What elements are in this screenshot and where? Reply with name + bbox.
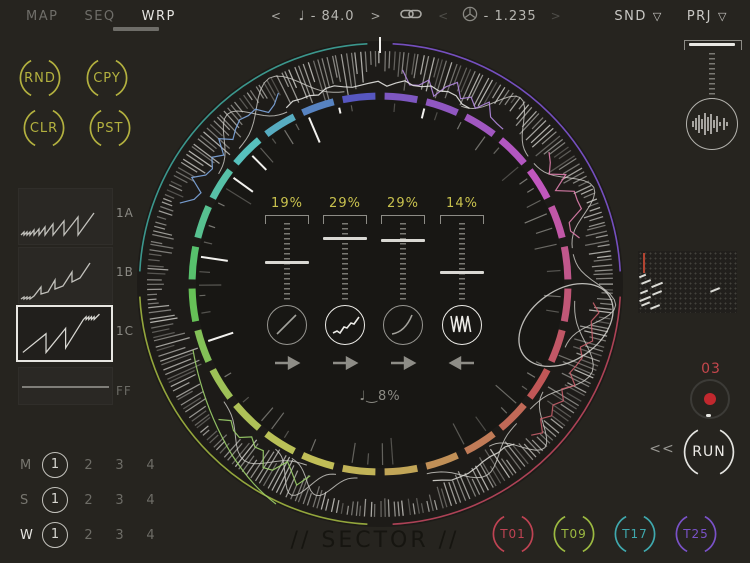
chevron-down-icon: ▽ <box>652 9 663 23</box>
track-button-t17[interactable]: T17 <box>614 513 656 555</box>
record-counter: 03 <box>701 361 721 377</box>
audio-waveform-icon <box>692 113 728 135</box>
prj-menu[interactable]: PRJ ▽ <box>687 9 728 24</box>
tab-map[interactable]: MAP <box>26 9 58 24</box>
direction-arrow-1[interactable] <box>272 355 302 371</box>
waveform-ff-icon <box>22 386 109 388</box>
warp-shape-linear-button[interactable] <box>267 305 307 345</box>
direction-arrow-4[interactable] <box>447 355 477 371</box>
clr-button[interactable]: CLR <box>23 107 65 149</box>
cpy-button[interactable]: CPY <box>86 57 128 99</box>
link-icon[interactable] <box>400 8 422 24</box>
warp-slider-4-value: 14% <box>446 196 478 211</box>
m-slot-4[interactable]: 4 <box>135 458 166 473</box>
warp-slider-1-value: 19% <box>271 196 303 211</box>
matrix-row-m: M 1 2 3 4 <box>0 451 180 479</box>
waveform-monitor-button[interactable] <box>686 98 738 150</box>
wave-slot-ff-label: FF <box>116 384 132 398</box>
run-button[interactable]: RUN <box>683 426 735 478</box>
warp-shape-curve-button[interactable] <box>383 305 423 345</box>
s-slot-2[interactable]: 2 <box>73 493 104 508</box>
direction-arrow-2[interactable] <box>330 355 360 371</box>
warp-slider-2-value: 29% <box>329 196 361 211</box>
wave-slot-1a[interactable] <box>18 188 113 245</box>
track-button-t01[interactable]: T01 <box>492 513 534 555</box>
ratio-next-button[interactable]: > <box>551 9 563 23</box>
m-slot-3[interactable]: 3 <box>104 458 135 473</box>
warp-slider-1[interactable]: 19% <box>258 196 316 316</box>
tempo-prev-button[interactable]: < <box>271 9 283 23</box>
s-slot-3[interactable]: 3 <box>104 493 135 508</box>
s-slot-4[interactable]: 4 <box>135 493 166 508</box>
row-s-label: S <box>20 492 29 508</box>
slider-handle[interactable] <box>440 270 484 274</box>
wave-slot-1b-label: 1B <box>116 265 134 279</box>
track-button-t25[interactable]: T25 <box>675 513 717 555</box>
warp-slider-3[interactable]: 29% <box>374 196 432 316</box>
warp-shape-triangle-button[interactable] <box>442 305 482 345</box>
wave-slot-1c-label: 1C <box>116 324 135 338</box>
snd-menu[interactable]: SND ▽ <box>614 9 662 24</box>
ratio-prev-button[interactable]: < <box>438 9 450 23</box>
record-dot-icon <box>704 393 716 405</box>
chevron-down-icon: ▽ <box>718 9 728 23</box>
warp-shape-random-button[interactable] <box>325 305 365 345</box>
warp-slider-4[interactable]: 14% <box>433 196 491 316</box>
matrix-row-s: S 1 2 3 4 <box>0 486 180 514</box>
tab-seq[interactable]: SEQ <box>84 9 115 24</box>
row-m-label: M <box>20 457 32 473</box>
tab-wrp[interactable]: WRP <box>142 9 176 24</box>
wave-slot-ff[interactable] <box>18 367 113 405</box>
direction-arrow-3[interactable] <box>388 355 418 371</box>
record-button[interactable] <box>690 379 730 419</box>
top-bar: MAP SEQ WRP < ♩ - 84.0 > < - 1.235 > SND… <box>0 0 750 32</box>
tempo-next-button[interactable]: > <box>371 9 383 23</box>
track-button-t09[interactable]: T09 <box>553 513 595 555</box>
waveform-1c-icon <box>22 313 100 355</box>
slider-handle[interactable] <box>265 260 309 264</box>
swing-control[interactable]: ♩‿8% <box>330 389 430 404</box>
wave-slot-1c[interactable] <box>16 305 113 362</box>
m-slot-1[interactable]: 1 <box>42 452 68 478</box>
wave-slot-1a-label: 1A <box>116 206 134 220</box>
record-progress-tick <box>706 414 711 417</box>
warp-slider-2[interactable]: 29% <box>316 196 374 316</box>
slider-handle[interactable] <box>323 236 367 240</box>
ratio-value[interactable]: - 1.235 <box>484 9 537 24</box>
wave-slot-1b[interactable] <box>18 247 113 304</box>
rnd-button[interactable]: RND <box>19 57 61 99</box>
waveform-1b-icon <box>20 262 91 301</box>
pst-button[interactable]: PST <box>89 107 131 149</box>
rewind-button[interactable]: << <box>645 441 679 457</box>
waveform-1a-icon <box>20 212 95 237</box>
s-slot-1[interactable]: 1 <box>42 487 68 513</box>
spin-icon <box>462 6 478 26</box>
warp-slider-3-value: 29% <box>387 196 419 211</box>
tempo-value[interactable]: ♩ - 84.0 <box>298 9 354 24</box>
pattern-minimap[interactable] <box>638 251 737 313</box>
active-tab-underline <box>113 27 159 31</box>
minimap-playhead <box>643 253 645 273</box>
m-slot-2[interactable]: 2 <box>73 458 104 473</box>
slider-handle[interactable] <box>381 239 425 242</box>
volume-slider-handle[interactable] <box>689 43 735 46</box>
